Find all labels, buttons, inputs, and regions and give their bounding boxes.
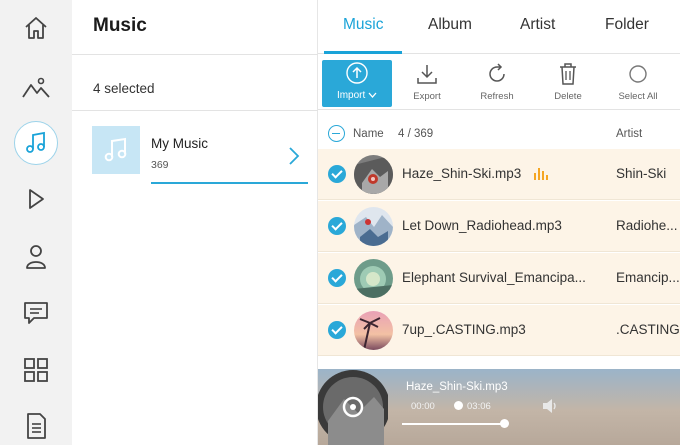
nav-rail <box>0 0 72 445</box>
equalizer-icon <box>534 168 548 180</box>
import-label: Import <box>336 90 366 101</box>
page-title: Music <box>93 15 147 36</box>
music-note-icon <box>104 137 127 162</box>
upload-icon <box>346 62 368 84</box>
album-art <box>354 155 393 194</box>
tab-album[interactable]: Album <box>428 16 472 34</box>
messages-icon <box>24 302 48 324</box>
album-art <box>354 207 393 246</box>
rail-item-video[interactable] <box>0 171 72 227</box>
playlist-item-my-music[interactable]: My Music 369 <box>92 126 310 186</box>
track-artist: Radiohe... <box>616 218 678 233</box>
seek-handle[interactable] <box>500 419 509 428</box>
album-art <box>354 259 393 298</box>
table-row[interactable]: Elephant Survival_Emancipa... Emancip... <box>318 253 680 304</box>
rail-item-home[interactable] <box>0 0 72 56</box>
toolbar: Import Export Refresh Delete Select All <box>318 55 680 110</box>
divider <box>72 54 318 55</box>
track-artist: Emancip... <box>616 270 680 285</box>
chevron-right-icon <box>289 147 300 165</box>
seek-bar[interactable] <box>402 423 504 425</box>
rail-item-contacts[interactable] <box>0 229 72 285</box>
deselect-all-checkbox[interactable] <box>328 125 345 142</box>
tab-active-indicator <box>324 51 402 54</box>
apps-icon <box>24 358 48 382</box>
export-label: Export <box>413 91 441 102</box>
select-all-button[interactable]: Select All <box>609 61 667 107</box>
total-time: 03:06 <box>467 401 491 412</box>
select-all-label: Select All <box>618 91 658 102</box>
refresh-button[interactable]: Refresh <box>468 61 526 107</box>
volume-icon[interactable] <box>541 397 559 415</box>
tab-artist[interactable]: Artist <box>520 16 555 34</box>
rail-item-photos[interactable] <box>0 60 72 116</box>
now-playing-art[interactable] <box>318 369 388 445</box>
track-title: Elephant Survival_Emancipa... <box>402 270 586 285</box>
row-checkbox[interactable] <box>328 217 346 235</box>
playlist-count: 369 <box>151 159 169 171</box>
divider <box>72 110 318 111</box>
refresh-icon <box>489 63 505 82</box>
chevron-down-icon <box>368 92 377 99</box>
list-header: Name 4 / 369 Artist <box>318 121 680 149</box>
album-art <box>354 311 393 350</box>
track-title: 7up_.CASTING.mp3 <box>402 322 526 337</box>
music-icon <box>26 131 45 153</box>
circle-icon <box>629 65 647 83</box>
delete-button[interactable]: Delete <box>539 61 597 107</box>
playlist-thumbnail <box>92 126 140 174</box>
track-artist: .CASTING <box>616 322 680 337</box>
delete-label: Delete <box>554 91 582 102</box>
video-icon <box>29 189 44 209</box>
row-checkbox[interactable] <box>328 165 346 183</box>
row-checkbox[interactable] <box>328 321 346 339</box>
track-artist: Shin-Ski <box>616 166 667 181</box>
now-playing-bar: Haze_Shin-Ski.mp3 00:00 03:06 <box>318 369 680 445</box>
table-row[interactable]: 7up_.CASTING.mp3 .CASTING <box>318 305 680 356</box>
tab-folder[interactable]: Folder <box>605 16 649 34</box>
active-indicator <box>14 121 58 165</box>
refresh-label: Refresh <box>480 91 514 102</box>
table-row[interactable]: Haze_Shin-Ski.mp3 Shin-Ski <box>318 149 680 200</box>
time-marker <box>454 401 463 410</box>
selected-count: 4 selected <box>93 81 155 96</box>
column-artist[interactable]: Artist <box>616 128 642 140</box>
rail-item-files[interactable] <box>0 398 72 445</box>
tab-music[interactable]: Music <box>343 16 383 34</box>
row-checkbox[interactable] <box>328 269 346 287</box>
playlist-underline <box>151 182 308 184</box>
photos-icon <box>22 77 50 98</box>
trash-icon <box>560 63 576 85</box>
playlist-name: My Music <box>151 136 208 151</box>
import-button[interactable]: Import <box>322 60 392 107</box>
files-icon <box>27 413 46 439</box>
track-title: Haze_Shin-Ski.mp3 <box>402 166 522 181</box>
table-row[interactable]: Let Down_Radiohead.mp3 Radiohe... <box>318 201 680 252</box>
track-title: Let Down_Radiohead.mp3 <box>402 218 562 233</box>
download-icon <box>417 65 437 84</box>
tab-bar: Music Album Artist Folder <box>318 0 680 54</box>
home-icon <box>25 17 47 39</box>
playlist-panel: Music 4 selected My Music 369 <box>72 0 318 445</box>
contacts-icon <box>26 245 46 269</box>
rail-item-music[interactable] <box>0 115 72 171</box>
column-name[interactable]: Name <box>353 128 384 140</box>
elapsed-time: 00:00 <box>411 401 435 412</box>
now-playing-title: Haze_Shin-Ski.mp3 <box>406 381 508 393</box>
rail-item-messages[interactable] <box>0 285 72 341</box>
export-button[interactable]: Export <box>398 61 456 107</box>
rail-item-apps[interactable] <box>0 342 72 398</box>
selection-count: 4 / 369 <box>398 128 434 140</box>
